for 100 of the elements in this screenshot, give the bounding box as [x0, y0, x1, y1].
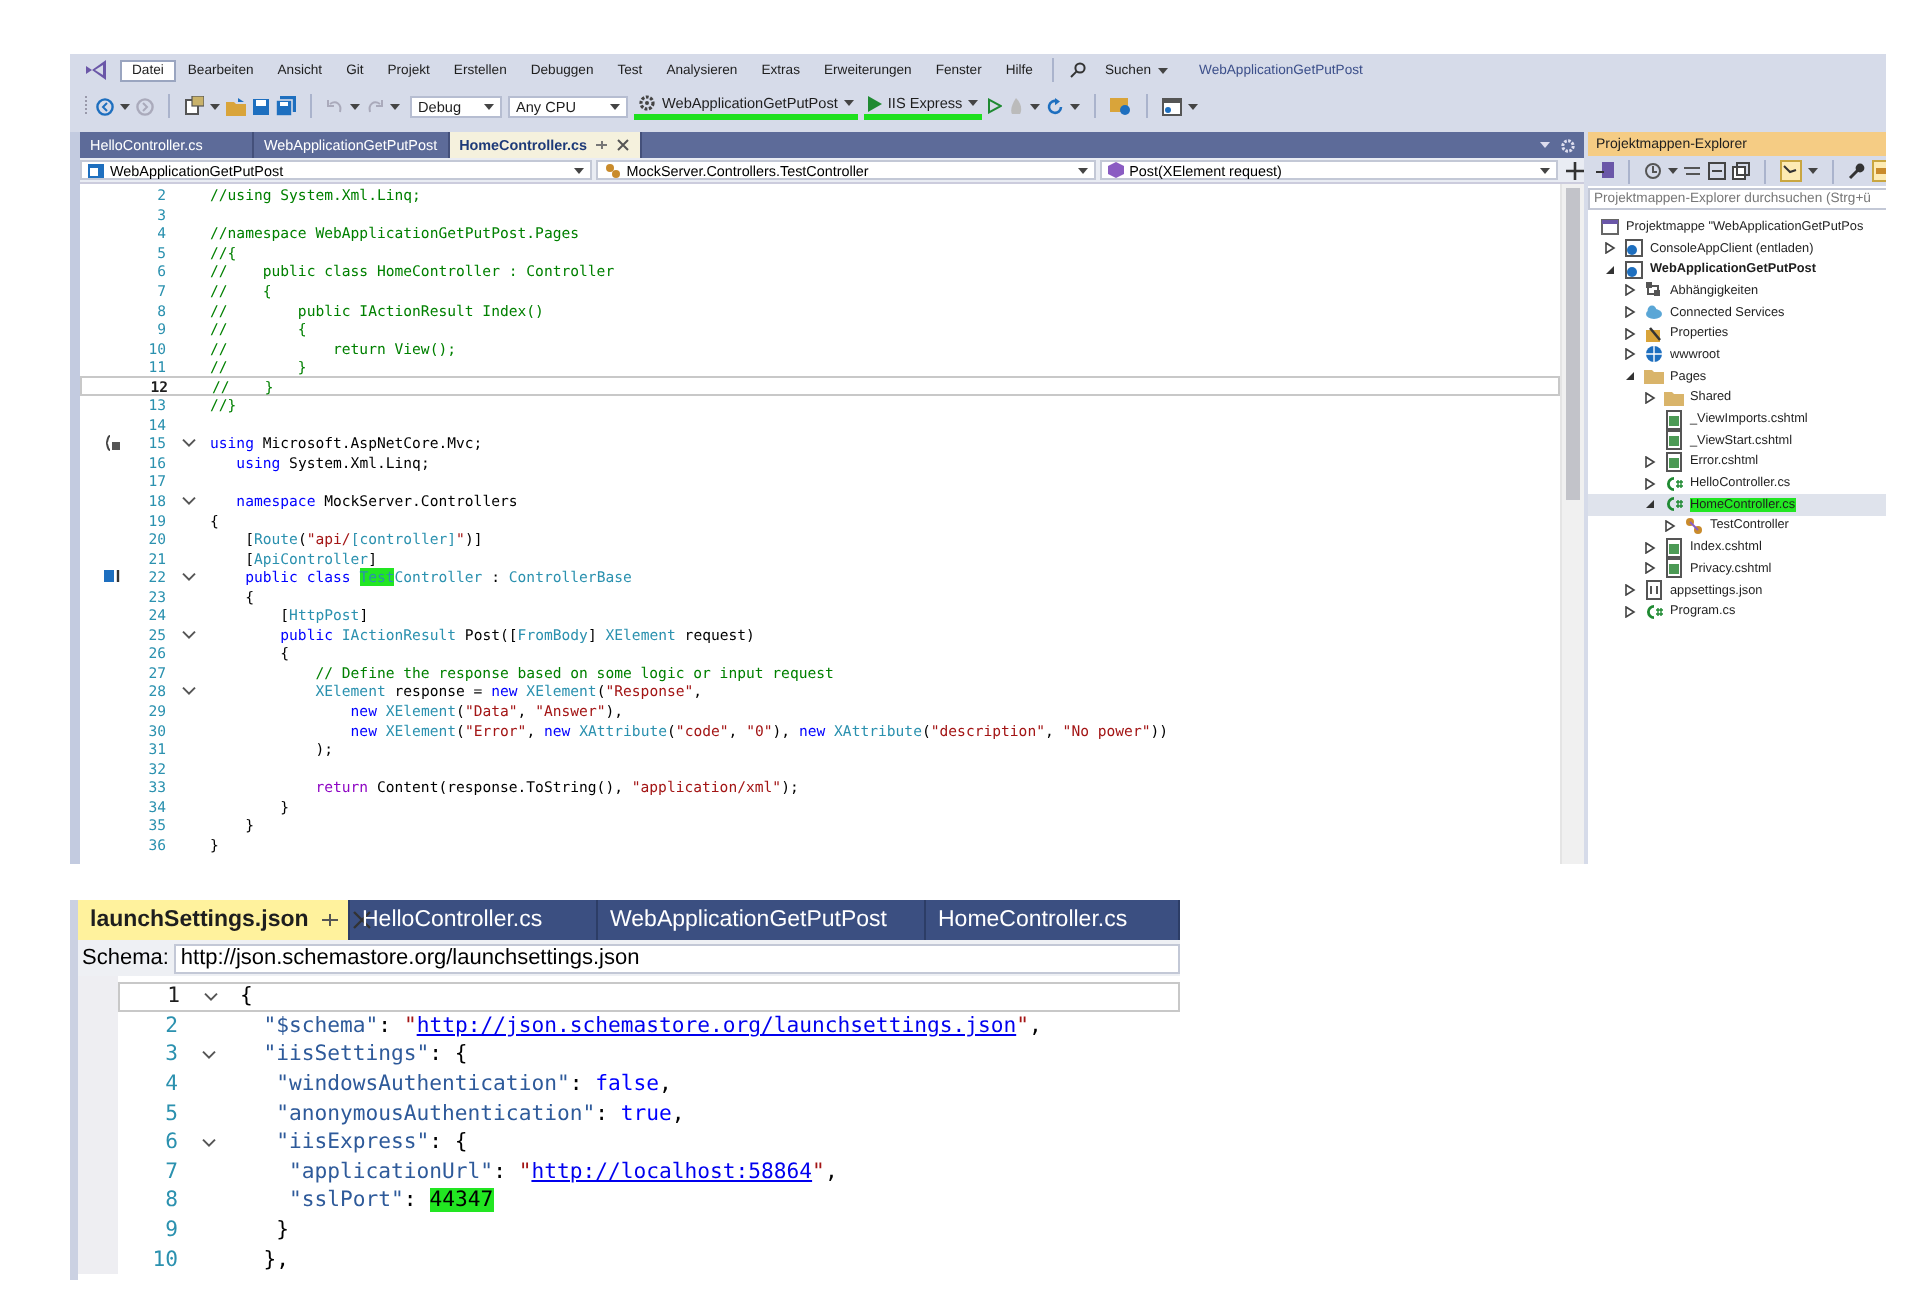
back-icon[interactable]: [96, 97, 114, 115]
collapse-icon[interactable]: [201, 1137, 215, 1148]
project-icon: [1624, 238, 1644, 259]
history-icon[interactable]: [1644, 162, 1662, 180]
line-number: 5: [163, 1101, 178, 1126]
csharp-file-icon: [1664, 473, 1684, 494]
wrench-icon[interactable]: [1848, 162, 1866, 180]
collapsed-icon[interactable]: [1624, 605, 1636, 618]
caret-icon[interactable]: [1540, 142, 1550, 148]
pin-icon[interactable]: [594, 138, 609, 152]
caret-icon: [574, 167, 585, 173]
grip-icon: [84, 94, 90, 118]
pending-changes-icon[interactable]: [1780, 160, 1802, 182]
play-icon: [867, 95, 882, 111]
caret-icon: [1188, 103, 1199, 109]
code-line: "$schema": "http://json.schemastore.org/launchsettings.json",: [261, 1013, 1042, 1038]
scroll-thumb[interactable]: [1566, 188, 1580, 500]
csharp-file-icon: [1664, 494, 1684, 515]
collapsed-icon[interactable]: [1644, 391, 1656, 404]
collapsed-icon[interactable]: [1624, 584, 1636, 597]
line-number: 10: [150, 1247, 178, 1272]
line-number: 6: [163, 1130, 178, 1155]
collapse-all-icon[interactable]: [1708, 162, 1726, 180]
expanded-icon[interactable]: [1624, 370, 1636, 383]
forward-icon: [136, 97, 154, 115]
caret-icon: [843, 100, 854, 106]
line-number: 8: [163, 1188, 178, 1213]
folder-icon: [1644, 366, 1664, 387]
logo-icon: [84, 60, 108, 80]
caret-icon: [1808, 168, 1818, 174]
expanded-icon[interactable]: [1604, 263, 1616, 276]
collapsed-icon[interactable]: [1644, 562, 1656, 575]
braces-icon: [103, 434, 121, 453]
search-icon: [1070, 62, 1087, 78]
project-icon: [88, 162, 104, 178]
collapsed-icon[interactable]: [1624, 284, 1636, 297]
collapsed-icon[interactable]: [1644, 477, 1656, 490]
line-number: 3: [163, 1042, 178, 1067]
collapsed-icon[interactable]: [1664, 519, 1676, 532]
dependencies-icon: [1644, 280, 1664, 301]
plus-icon[interactable]: [1566, 161, 1584, 179]
collapse-icon[interactable]: [201, 1049, 215, 1060]
window-icon[interactable]: [1162, 97, 1183, 115]
collapsed-icon[interactable]: [1644, 455, 1656, 468]
code-line: },: [261, 1247, 290, 1272]
caret-icon: [1540, 167, 1550, 173]
cloud-icon: [1644, 302, 1664, 323]
collapse-icon[interactable]: [203, 991, 217, 1002]
code-line: "iisExpress": {: [274, 1130, 468, 1155]
close-icon[interactable]: [616, 138, 631, 152]
page-icon: [1664, 558, 1684, 579]
code-line: }: [274, 1218, 290, 1243]
gear-icon: [638, 94, 656, 112]
redo-icon: [366, 98, 384, 114]
caret-icon: [1077, 167, 1088, 173]
refresh-icon[interactable]: [1046, 97, 1065, 115]
field-label: Schema:: [82, 946, 169, 970]
collapsed-icon[interactable]: [1604, 242, 1616, 255]
save-all-icon[interactable]: [276, 96, 296, 116]
page-icon: [1664, 451, 1684, 472]
folder-icon: [1664, 387, 1684, 408]
switch-views-icon[interactable]: [1596, 162, 1614, 180]
collapse-icon[interactable]: [181, 572, 195, 583]
csharp-file-icon: [1644, 601, 1664, 622]
new-item-icon[interactable]: [184, 96, 204, 116]
code-line: {: [240, 984, 253, 1009]
collapsed-icon[interactable]: [1644, 541, 1656, 554]
page-icon: [1664, 430, 1684, 451]
sync-icon[interactable]: [1684, 164, 1702, 178]
expanded-icon[interactable]: [1644, 498, 1656, 511]
caret-icon: [210, 103, 220, 109]
schema-field[interactable]: http://json.schemastore.org/launchsettings.json: [174, 943, 1180, 973]
caret-icon: [968, 100, 979, 106]
project-icon: [1624, 259, 1644, 280]
folder-icon[interactable]: [226, 97, 246, 115]
code-line: "sslPort": 44347: [287, 1188, 494, 1213]
page-icon: [1664, 409, 1684, 430]
collapse-icon[interactable]: [181, 438, 195, 449]
file-icon: [1644, 580, 1664, 601]
pin-icon[interactable]: [320, 910, 341, 930]
collapse-icon[interactable]: [181, 496, 195, 507]
copy-icon[interactable]: [1732, 162, 1750, 180]
play-outline-icon[interactable]: [988, 98, 1003, 114]
class-icon: [1684, 515, 1704, 536]
collapsed-icon[interactable]: [1624, 348, 1636, 361]
save-icon[interactable]: [252, 97, 270, 115]
collapse-icon[interactable]: [181, 629, 195, 640]
line-number: 9: [163, 1218, 178, 1243]
browser-link-icon[interactable]: [1110, 97, 1133, 115]
collapse-icon[interactable]: [181, 686, 195, 697]
collapsed-icon[interactable]: [1624, 306, 1636, 319]
code-line: "iisSettings": {: [261, 1042, 468, 1067]
caret-icon: [120, 103, 130, 109]
line-number: 1: [165, 984, 180, 1009]
scrollbar[interactable]: [1560, 184, 1584, 864]
collapsed-icon[interactable]: [1624, 327, 1636, 340]
line-number: 2: [163, 1013, 178, 1038]
gear-icon[interactable]: [1560, 137, 1576, 153]
solution-icon: [1600, 216, 1620, 237]
caret-icon: [1030, 103, 1041, 109]
